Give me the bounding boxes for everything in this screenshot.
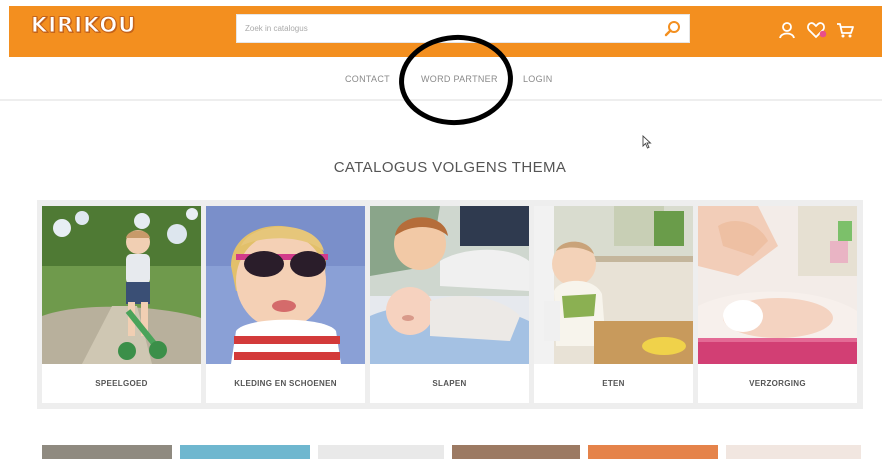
search-box xyxy=(236,14,690,43)
category-card-preview[interactable] xyxy=(180,445,310,459)
search-button[interactable] xyxy=(663,19,683,39)
nav-word-partner[interactable]: WORD PARTNER xyxy=(421,74,498,84)
category-label: ETEN xyxy=(602,379,625,388)
logo[interactable]: KIRIKOU xyxy=(31,13,171,38)
mouse-cursor-icon xyxy=(642,135,652,149)
category-image-verzorging xyxy=(698,206,857,364)
category-card-speelgoed[interactable]: SPEELGOED xyxy=(42,206,201,403)
category-card-eten[interactable]: ETEN xyxy=(534,206,693,403)
category-image-slapen xyxy=(370,206,529,364)
nav-contact[interactable]: CONTACT xyxy=(345,74,390,84)
category-image-speelgoed xyxy=(42,206,201,364)
nav-login[interactable]: LOGIN xyxy=(523,74,553,84)
category-card-preview[interactable] xyxy=(42,445,172,459)
category-card-preview[interactable] xyxy=(452,445,580,459)
user-icon xyxy=(779,22,795,39)
category-label: SLAPEN xyxy=(432,379,467,388)
category-card-preview[interactable] xyxy=(588,445,718,459)
category-label: KLEDING EN SCHOENEN xyxy=(234,379,337,388)
category-card-verzorging[interactable]: VERZORGING xyxy=(698,206,857,403)
category-label: VERZORGING xyxy=(749,379,806,388)
search-input[interactable] xyxy=(237,15,647,42)
category-image-kleding-en-schoenen xyxy=(206,206,365,364)
category-card-slapen[interactable]: SLAPEN xyxy=(370,206,529,403)
search-icon xyxy=(664,21,680,37)
cart-button[interactable] xyxy=(835,20,855,40)
category-image-eten xyxy=(534,206,693,364)
top-navigation: CONTACT WORD PARTNER LOGIN xyxy=(0,57,882,101)
cart-icon xyxy=(837,23,854,38)
account-button[interactable] xyxy=(777,20,797,40)
header-bar: KIRIKOU xyxy=(9,6,882,57)
category-card-preview[interactable] xyxy=(318,445,444,459)
category-label: SPEELGOED xyxy=(95,379,148,388)
section-title: CATALOGUS VOLGENS THEMA xyxy=(333,159,567,176)
category-card-preview[interactable] xyxy=(726,445,861,459)
category-card-kleding-en-schoenen[interactable]: KLEDING EN SCHOENEN xyxy=(206,206,365,403)
wishlist-button[interactable] xyxy=(806,20,827,40)
heart-icon xyxy=(807,22,827,39)
